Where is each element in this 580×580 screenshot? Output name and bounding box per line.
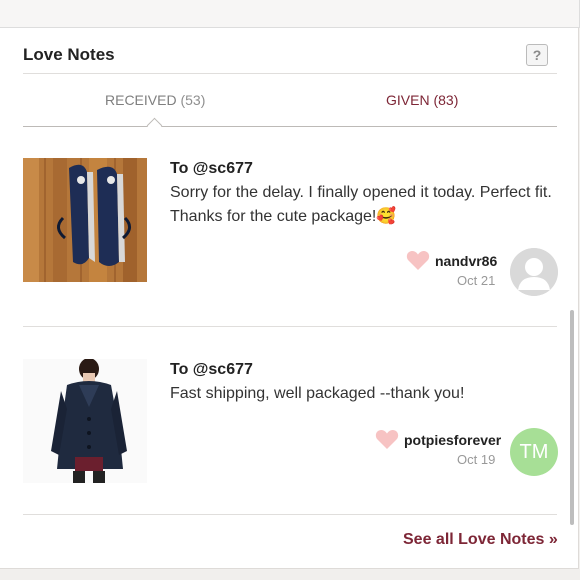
default-user-icon	[510, 248, 558, 296]
tab-given-label: GIVEN	[386, 92, 430, 108]
tab-given-count: (83)	[433, 92, 459, 108]
note-2-recipient: To @sc677	[170, 361, 253, 378]
note-divider	[23, 326, 557, 327]
navy-sneakers-image	[23, 158, 147, 282]
love-notes-card: Love Notes ? RECEIVED (53) GIVEN (83) To…	[0, 28, 579, 569]
note-2-avatar[interactable]: TM	[510, 428, 558, 476]
help-icon[interactable]: ?	[526, 44, 548, 66]
note-1-item-thumbnail[interactable]	[23, 158, 147, 282]
scrollbar-thumb[interactable]	[570, 310, 574, 525]
next-card-strip	[0, 569, 580, 580]
footer-divider	[23, 514, 557, 515]
note-2-message: Fast shipping, well packaged --thank you…	[170, 385, 465, 402]
note-1-date: Oct 21	[457, 273, 496, 288]
header-divider	[23, 73, 557, 74]
tab-underline	[23, 126, 557, 127]
note-1-message: Sorry for the delay. I finally opened it…	[170, 184, 552, 225]
heart-icon	[375, 429, 399, 449]
heart-icon	[406, 250, 430, 270]
tab-given[interactable]: GIVEN (83)	[386, 92, 458, 108]
note-1-avatar[interactable]	[510, 248, 558, 296]
tab-received-count: (53)	[180, 92, 206, 108]
tab-received[interactable]: RECEIVED (53)	[105, 92, 205, 108]
note-2-date: Oct 19	[457, 452, 496, 467]
navy-jacket-image	[23, 359, 147, 483]
active-tab-indicator	[146, 117, 163, 134]
note-1-username[interactable]: nandvr86	[435, 253, 497, 269]
see-all-love-notes-link[interactable]: See all Love Notes »	[403, 531, 558, 549]
previous-card	[0, 0, 580, 28]
tab-received-label: RECEIVED	[105, 92, 177, 108]
note-1-recipient: To @sc677	[170, 160, 253, 177]
note-2-username[interactable]: potpiesforever	[404, 432, 501, 448]
note-2-item-thumbnail[interactable]	[23, 359, 147, 483]
card-title: Love Notes	[23, 45, 115, 64]
